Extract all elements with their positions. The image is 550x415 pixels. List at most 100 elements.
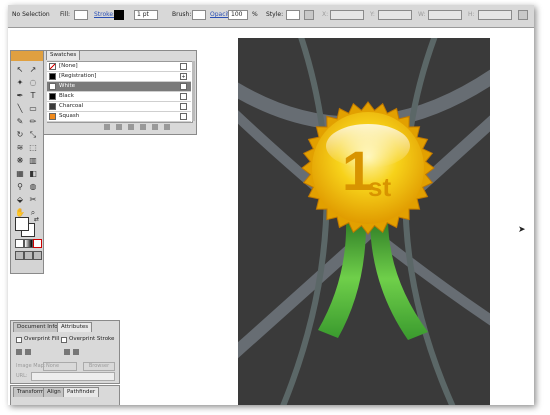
swap-colors-icon[interactable]: ⇄ [34, 217, 40, 223]
swatch-row[interactable]: Squash [47, 112, 191, 122]
w-label: W: [418, 11, 426, 18]
swatch-chip [49, 73, 56, 80]
overprint-fill-checkbox[interactable] [16, 337, 22, 343]
swatch-label: [None] [59, 63, 78, 69]
x-field[interactable] [330, 10, 364, 20]
show-kinds-icon[interactable] [104, 124, 110, 130]
overprint-stroke-checkbox[interactable] [61, 337, 67, 343]
document-info-tab[interactable]: Document Info [13, 322, 62, 332]
swatch-chip [49, 93, 56, 100]
transform-options-icon[interactable] [304, 10, 314, 20]
eyedropper-tool-icon[interactable]: ⚲ [14, 181, 26, 193]
artboard[interactable]: 1 st [238, 38, 490, 405]
type-tool-icon[interactable]: T [27, 90, 39, 102]
swatch-row[interactable]: [Registration] + [47, 72, 191, 82]
line-tool-icon[interactable]: ╲ [14, 103, 26, 115]
brush-dropdown[interactable] [192, 10, 206, 20]
panel-menu-icon[interactable] [518, 10, 528, 20]
magic-wand-tool-icon[interactable]: ✦ [14, 77, 26, 89]
y-field[interactable] [378, 10, 412, 20]
new-color-group-icon[interactable] [128, 124, 134, 130]
x-label: X: [322, 11, 329, 18]
reverse-path-icon[interactable] [64, 349, 70, 355]
scale-tool-icon[interactable]: ⤡ [27, 129, 39, 141]
badge-artwork: 1 st [238, 38, 490, 405]
selection-tool-icon[interactable]: ↖ [14, 64, 26, 76]
w-field[interactable] [428, 10, 462, 20]
fill-label: Fill: [60, 11, 71, 18]
screen-mode-normal-icon[interactable] [15, 251, 24, 260]
screen-mode-menu-icon[interactable] [24, 251, 33, 260]
control-bar: No Selection Fill: Stroke: 1 pt Brush: O… [8, 5, 534, 28]
blend-tool-icon[interactable]: ◍ [27, 181, 39, 193]
pen-tool-icon[interactable]: ✒ [14, 90, 26, 102]
color-mode-icon[interactable] [15, 239, 24, 248]
rotate-tool-icon[interactable]: ↻ [14, 129, 26, 141]
symbol-sprayer-tool-icon[interactable]: ❋ [14, 155, 26, 167]
screen-mode-full-icon[interactable] [33, 251, 42, 260]
swatch-row[interactable]: [None] [47, 62, 191, 72]
y-label: Y: [370, 11, 375, 18]
stroke-label[interactable]: Stroke: [94, 10, 115, 20]
overprint-fill-label: Overprint Fill [24, 336, 60, 342]
url-label: URL: [16, 373, 28, 379]
gradient-tool-icon[interactable]: ◧ [27, 168, 39, 180]
fill-color-icon[interactable] [15, 217, 29, 231]
registration-icon: + [180, 73, 187, 80]
pathfinder-tab[interactable]: Pathfinder [63, 387, 100, 397]
url-field[interactable] [31, 372, 115, 381]
pencil-tool-icon[interactable]: ✏ [27, 116, 39, 128]
swatch-library-icon[interactable] [164, 124, 170, 130]
toolbox-header-logo [11, 51, 43, 61]
lasso-tool-icon[interactable]: ◌ [27, 77, 39, 89]
rectangle-tool-icon[interactable]: ▭ [27, 103, 39, 115]
hide-center-icon[interactable] [25, 349, 31, 355]
none-mode-icon[interactable] [33, 239, 42, 248]
process-color-icon [180, 103, 187, 110]
illustrator-window: No Selection Fill: Stroke: 1 pt Brush: O… [8, 5, 534, 405]
stroke-swatch-button[interactable] [114, 10, 124, 20]
show-center-icon[interactable] [16, 349, 22, 355]
opacity-field[interactable]: 100 [228, 10, 248, 20]
browser-button[interactable]: Browser [83, 362, 115, 371]
stroke-weight-field[interactable]: 1 pt [134, 10, 158, 20]
badge-suffix: st [368, 172, 391, 202]
warp-tool-icon[interactable]: ≋ [14, 142, 26, 154]
slice-tool-icon[interactable]: ✂ [27, 194, 39, 206]
swatch-row[interactable]: Charcoal [47, 102, 191, 112]
swatch-label: White [59, 83, 75, 89]
fill-swatch-button[interactable] [74, 10, 88, 20]
swatch-options-icon[interactable] [116, 124, 122, 130]
swatch-label: Black [59, 93, 74, 99]
h-field[interactable] [478, 10, 512, 20]
non-zero-winding-icon[interactable] [73, 349, 79, 355]
selection-status: No Selection [12, 11, 50, 18]
direct-selection-tool-icon[interactable]: ↗ [27, 64, 39, 76]
alignment-icons-row [16, 349, 114, 356]
style-dropdown[interactable] [286, 10, 300, 20]
image-map-dropdown[interactable]: None [43, 362, 77, 371]
attributes-tab[interactable]: Attributes [57, 322, 93, 332]
swatch-row[interactable]: White [47, 82, 191, 92]
attributes-panel: Document Info Attributes Overprint Fill … [10, 320, 120, 384]
new-swatch-icon[interactable] [140, 124, 146, 130]
h-label: H: [468, 11, 475, 18]
swatch-label: Charcoal [59, 103, 84, 109]
paintbrush-tool-icon[interactable]: ✎ [14, 116, 26, 128]
process-color-icon [180, 93, 187, 100]
mesh-tool-icon[interactable]: ▦ [14, 168, 26, 180]
live-paint-tool-icon[interactable]: ⬙ [14, 194, 26, 206]
swatches-tab[interactable]: Swatches [46, 50, 81, 60]
free-transform-tool-icon[interactable]: ⬚ [27, 142, 39, 154]
delete-swatch-icon[interactable] [152, 124, 158, 130]
brush-label: Brush: [172, 11, 192, 18]
column-graph-tool-icon[interactable]: ▥ [27, 155, 39, 167]
gradient-mode-icon[interactable] [24, 239, 33, 248]
swatch-chip [49, 103, 56, 110]
swatch-row[interactable]: Black [47, 92, 191, 102]
swatch-label: Squash [59, 113, 80, 119]
align-tab[interactable]: Align [43, 387, 65, 397]
swatch-chip [49, 83, 56, 90]
swatches-scrollbar[interactable] [192, 61, 195, 121]
overprint-stroke-label: Overprint Stroke [69, 336, 115, 342]
